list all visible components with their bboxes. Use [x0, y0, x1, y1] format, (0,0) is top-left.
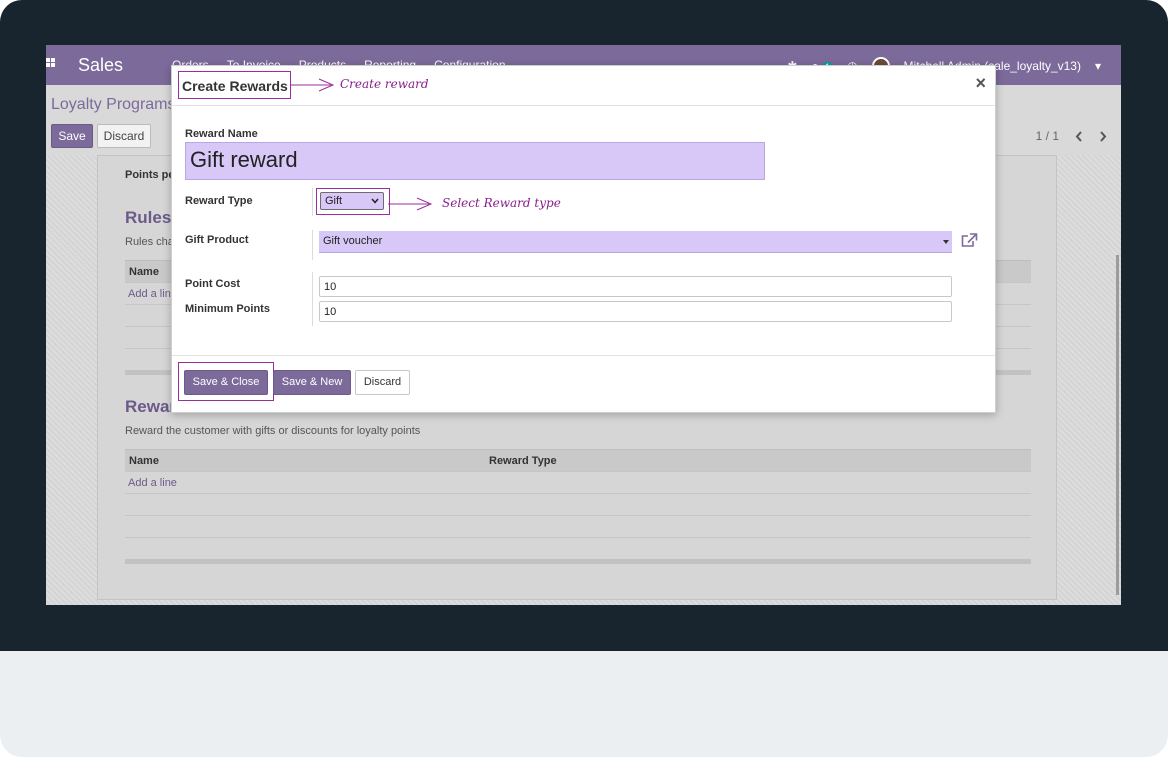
rewards-col-name: Name — [129, 455, 159, 467]
annotation-arrow-icon — [291, 78, 335, 92]
device-base — [0, 651, 1168, 757]
rewards-table-footer — [125, 559, 1031, 564]
field-divider — [312, 230, 313, 260]
table-row — [125, 493, 1031, 515]
annotation-select-type: Select Reward type — [442, 196, 561, 210]
chevron-down-icon[interactable]: ▾ — [1095, 59, 1101, 73]
reward-type-value: Gift — [325, 195, 343, 207]
chevron-right-icon[interactable] — [1099, 130, 1107, 142]
rules-description: Rules cha — [125, 236, 174, 248]
save-close-button[interactable]: Save & Close — [184, 370, 268, 395]
point-cost-label: Point Cost — [185, 278, 240, 290]
annotation-arrow-icon — [388, 197, 433, 211]
reward-type-label: Reward Type — [185, 195, 253, 207]
rewards-description: Reward the customer with gifts or discou… — [125, 425, 421, 437]
chevron-left-icon[interactable] — [1075, 130, 1083, 142]
rewards-col-type: Reward Type — [489, 455, 557, 467]
rules-col-name: Name — [129, 266, 159, 278]
rewards-table-header: Name Reward Type — [125, 449, 1031, 471]
external-link-icon[interactable] — [961, 233, 978, 248]
table-row: Add a line — [125, 471, 1031, 493]
table-row — [125, 515, 1031, 537]
annotation-create-reward: Create reward — [340, 77, 429, 91]
field-divider — [312, 188, 313, 216]
save-button[interactable]: Save — [51, 124, 93, 148]
app-brand[interactable]: Sales — [78, 55, 123, 76]
reward-name-label: Reward Name — [185, 128, 258, 140]
close-icon[interactable]: × — [975, 74, 986, 92]
pager-value: 1 / 1 — [1035, 129, 1059, 143]
apps-menu-icon[interactable] — [46, 58, 56, 68]
gift-product-value: Gift voucher — [323, 235, 383, 247]
rewards-add-line-link[interactable]: Add a line — [128, 477, 177, 489]
table-row — [125, 537, 1031, 559]
dialog-footer: Save & Close Save & New Discard — [172, 355, 995, 413]
reward-type-highlight: Gift — [316, 188, 390, 215]
create-rewards-dialog: Create Rewards Create reward × Reward Na… — [171, 65, 996, 413]
caret-down-icon — [943, 240, 949, 244]
dialog-title: Create Rewards — [178, 71, 291, 99]
scrollbar[interactable] — [1116, 255, 1119, 595]
reward-name-input[interactable]: Gift reward — [185, 142, 765, 180]
rules-add-line-link[interactable]: Add a line — [128, 288, 177, 300]
chevron-down-icon — [371, 198, 379, 204]
point-cost-input[interactable]: 10 — [319, 276, 952, 297]
field-divider — [312, 272, 313, 326]
rewards-section-title: Rewar — [125, 397, 177, 416]
reward-type-select[interactable]: Gift — [320, 192, 384, 210]
points-label: Points pe — [125, 169, 175, 181]
dialog-header: Create Rewards Create reward × — [172, 66, 995, 106]
rules-section-title: Rules — [125, 208, 172, 227]
discard-dialog-button[interactable]: Discard — [355, 370, 410, 395]
gift-product-select[interactable]: Gift voucher — [319, 231, 952, 253]
pager: 1 / 1 — [1036, 129, 1107, 143]
minimum-points-input[interactable]: 10 — [319, 301, 952, 322]
discard-button[interactable]: Discard — [97, 124, 151, 148]
minimum-points-label: Minimum Points — [185, 303, 270, 315]
save-new-button[interactable]: Save & New — [273, 370, 351, 395]
gift-product-label: Gift Product — [185, 234, 249, 246]
breadcrumb[interactable]: Loyalty Programs — [51, 96, 176, 114]
device-frame: Sales Orders To Invoice Products Reporti… — [0, 0, 1168, 757]
